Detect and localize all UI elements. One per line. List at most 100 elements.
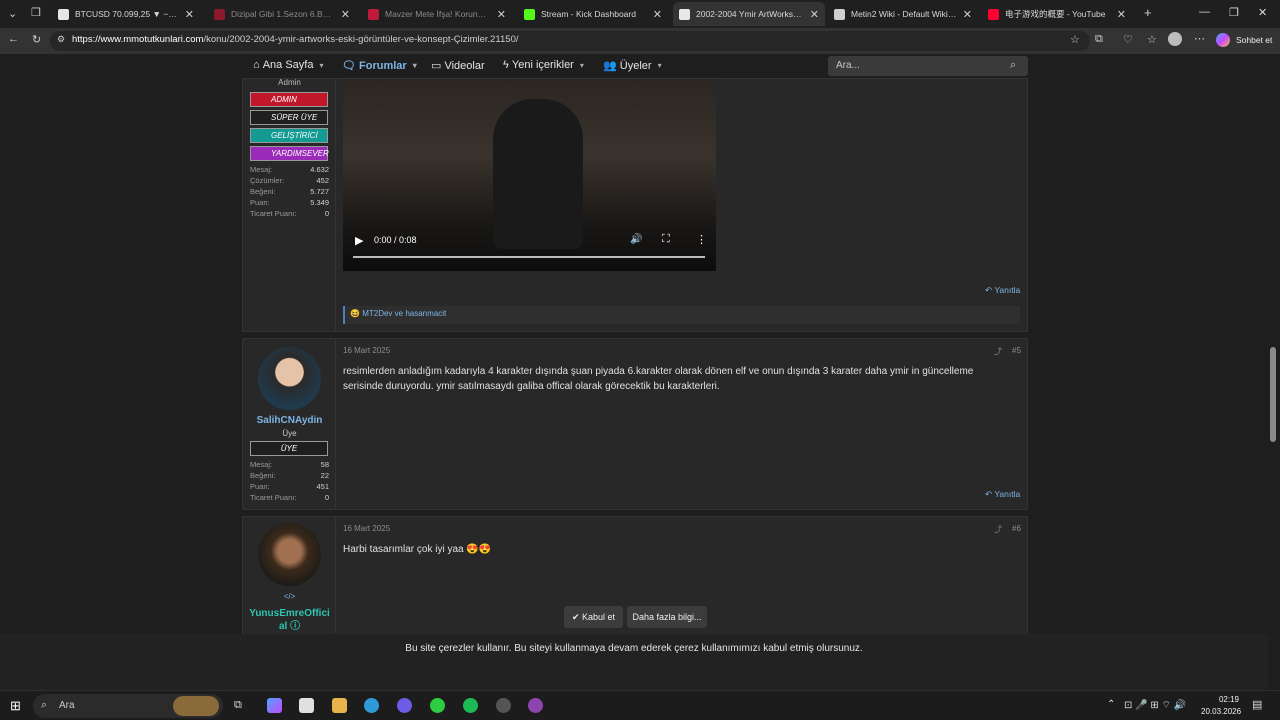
explorer-app-icon[interactable] — [332, 698, 347, 713]
nav-forums[interactable]: 🗨 Forumlar ▾ — [342, 59, 417, 73]
tab-title: BTCUSD 70.099,25 ▼ −1.65% Adi — [75, 9, 179, 19]
search-input[interactable]: Ara... ⌕ — [828, 56, 1028, 76]
browser-tab[interactable]: 电子游戏的概要 - YouTube ✕ — [982, 2, 1132, 26]
taskbar-search[interactable]: ⌕ Ara — [33, 694, 223, 718]
browser-tab[interactable]: Dizipal Gibi 1.Sezon 6.Bölüm izle ✕ — [208, 2, 356, 26]
badge-developer: GELİŞTİRİCİ — [250, 128, 328, 143]
new-tab-icon[interactable]: + — [1144, 5, 1152, 20]
tab-list-icon[interactable]: ⌄ — [8, 7, 17, 20]
workspaces-icon[interactable]: ❐ — [31, 6, 41, 19]
browser-tab[interactable]: BTCUSD 70.099,25 ▼ −1.65% Adi ✕ — [52, 2, 200, 26]
video-progress-bar[interactable] — [353, 256, 705, 258]
browser-tab[interactable]: Metin2 Wiki - Default Wiki - Item ✕ — [828, 2, 978, 26]
post-user-column: SalihCNAydin Üye ÜYE Mesaj: 58 Beğeni: 22 … — [243, 339, 336, 509]
browser-tab-bar: ⌄ ❐ BTCUSD 70.099,25 ▼ −1.65% Adi✕Dizipa… — [0, 0, 1280, 28]
site-info-icon[interactable]: ⚙ — [57, 34, 65, 45]
close-tab-icon[interactable]: ✕ — [810, 8, 819, 21]
start-icon[interactable]: ⊞ — [10, 698, 21, 714]
collections-icon[interactable]: ☆ — [1147, 33, 1157, 46]
verified-icon: ⓘ — [290, 621, 301, 632]
nav-new-content[interactable]: ϟ Yeni içerikler ▾ — [503, 59, 584, 71]
username[interactable]: SalihCNAydin — [243, 415, 336, 426]
minimize-icon[interactable]: — — [1199, 6, 1210, 18]
close-tab-icon[interactable]: ✕ — [963, 8, 972, 21]
close-tab-icon[interactable]: ✕ — [497, 8, 506, 21]
laugh-emoji-icon: 😆 — [350, 309, 360, 318]
browser-tab[interactable]: Stream - Kick Dashboard ✕ — [518, 2, 668, 26]
browser-tab[interactable]: 2002-2004 Ymir ArtWorks | Eski G ✕ — [673, 2, 825, 26]
tab-favicon-icon — [58, 8, 69, 20]
cookie-text: Bu site çerezler kullanır. Bu siteyi kul… — [405, 643, 863, 654]
video-player[interactable]: ▶ 0:00 / 0:08 🔊 ⛶ ⋮ — [343, 79, 716, 271]
edge-app-icon[interactable] — [364, 698, 379, 713]
post-number[interactable]: #5 — [1012, 346, 1021, 355]
reactions-text[interactable]: 😆 MT2Dev ve hasanmacit — [350, 309, 446, 318]
task-view-icon[interactable]: ⧉ — [234, 699, 242, 712]
chat-button[interactable]: Sohbet et — [1236, 35, 1272, 45]
copilot-icon[interactable] — [1216, 33, 1230, 47]
close-tab-icon[interactable]: ✕ — [185, 8, 194, 21]
scrollbar-thumb[interactable] — [1270, 347, 1276, 442]
back-icon[interactable]: ← — [8, 33, 19, 45]
app-icon-green[interactable] — [430, 698, 445, 713]
reactions-bar[interactable]: 😆 MT2Dev ve hasanmacit — [343, 306, 1020, 324]
close-window-icon[interactable]: ✕ — [1258, 6, 1267, 19]
discord-app-icon[interactable] — [397, 698, 412, 713]
restore-icon[interactable]: ❐ — [1229, 6, 1239, 19]
tray-expand-icon[interactable]: ⌃ — [1107, 699, 1115, 710]
clock-time[interactable]: 02:19 — [1207, 695, 1251, 704]
volume-icon[interactable]: 🔊 — [630, 234, 642, 245]
share-icon[interactable]: ⤴ — [994, 346, 1002, 357]
chevron-down-icon[interactable]: ▾ — [580, 61, 584, 70]
badge-admin: ADMIN — [250, 92, 328, 107]
post-date[interactable]: 16 Mart 2025 — [343, 524, 390, 533]
search-icon: ⌕ — [41, 699, 48, 711]
browser-tab[interactable]: Mavzer Mete İfşa! Korunmanız Lazı ✕ — [362, 2, 512, 26]
username[interactable]: YunusEmreOffici al ⓘ — [243, 607, 336, 633]
windows-taskbar: ⊞ ⌕ Ara ⧉ ⌃ ⊡ 🎤 ⊞ ⌔ 🔊 02:19 20.03.2026 ▤ — [0, 690, 1280, 720]
tray-icons[interactable]: ⊡ 🎤 ⊞ ⌔ 🔊 — [1124, 699, 1186, 712]
chevron-down-icon[interactable]: ▾ — [413, 61, 417, 70]
chevron-down-icon[interactable]: ▾ — [319, 61, 323, 70]
avatar[interactable] — [258, 523, 321, 586]
copilot-app-icon[interactable] — [267, 698, 282, 713]
favorite-icon[interactable]: ☆ — [1070, 33, 1080, 46]
accept-cookies-button[interactable]: ✔ Kabul et — [564, 606, 623, 628]
home-icon: ⌂ — [253, 59, 263, 71]
share-icon[interactable]: ⤴ — [994, 524, 1002, 535]
video-menu-icon[interactable]: ⋮ — [696, 233, 707, 246]
comments-icon: 🗨 — [342, 60, 360, 72]
twitch-app-icon[interactable] — [528, 698, 543, 713]
url-text: https://www.mmotutkunlari.com/konu/2002-… — [72, 34, 519, 45]
avatar[interactable] — [258, 347, 321, 410]
reply-button[interactable]: ↶ Yanıtla — [985, 489, 1020, 500]
profile-avatar[interactable] — [1168, 32, 1182, 46]
post-date[interactable]: 16 Mart 2025 — [343, 346, 390, 355]
close-tab-icon[interactable]: ✕ — [653, 8, 662, 21]
play-icon[interactable]: ▶ — [355, 234, 363, 247]
nav-members[interactable]: 👥 Üyeler ▾ — [603, 59, 662, 73]
store-app-icon[interactable] — [299, 698, 314, 713]
reply-button[interactable]: ↶ Yanıtla — [985, 285, 1020, 296]
post-number[interactable]: #6 — [1012, 524, 1021, 533]
bolt-icon: ϟ — [503, 59, 512, 71]
close-tab-icon[interactable]: ✕ — [341, 8, 350, 21]
more-info-button[interactable]: Daha fazla bilgi... — [627, 606, 707, 628]
obs-app-icon[interactable] — [496, 698, 511, 713]
post-user-column: Admin ADMIN SÜPER ÜYE GELİŞTİRİCİ YARDIM… — [243, 78, 336, 331]
extensions-icon[interactable]: ⧉ — [1095, 33, 1103, 46]
more-menu-icon[interactable]: ⋯ — [1194, 32, 1205, 45]
search-icon[interactable]: ⌕ — [1010, 59, 1016, 72]
fullscreen-icon[interactable]: ⛶ — [662, 233, 670, 246]
refresh-icon[interactable]: ↻ — [32, 33, 41, 46]
badge-member: ÜYE — [250, 441, 328, 456]
spotify-app-icon[interactable] — [463, 698, 478, 713]
clock-date[interactable]: 20.03.2026 — [1201, 707, 1241, 716]
nav-home[interactable]: ⌂ Ana Sayfa ▾ — [253, 59, 323, 71]
notifications-icon[interactable]: ▤ — [1252, 698, 1262, 711]
close-tab-icon[interactable]: ✕ — [1117, 8, 1126, 21]
performance-icon[interactable]: ♡ — [1123, 33, 1133, 46]
tab-favicon-icon — [368, 8, 379, 20]
chevron-down-icon[interactable]: ▾ — [658, 61, 662, 70]
nav-videos[interactable]: ▭ Videolar — [431, 59, 485, 73]
